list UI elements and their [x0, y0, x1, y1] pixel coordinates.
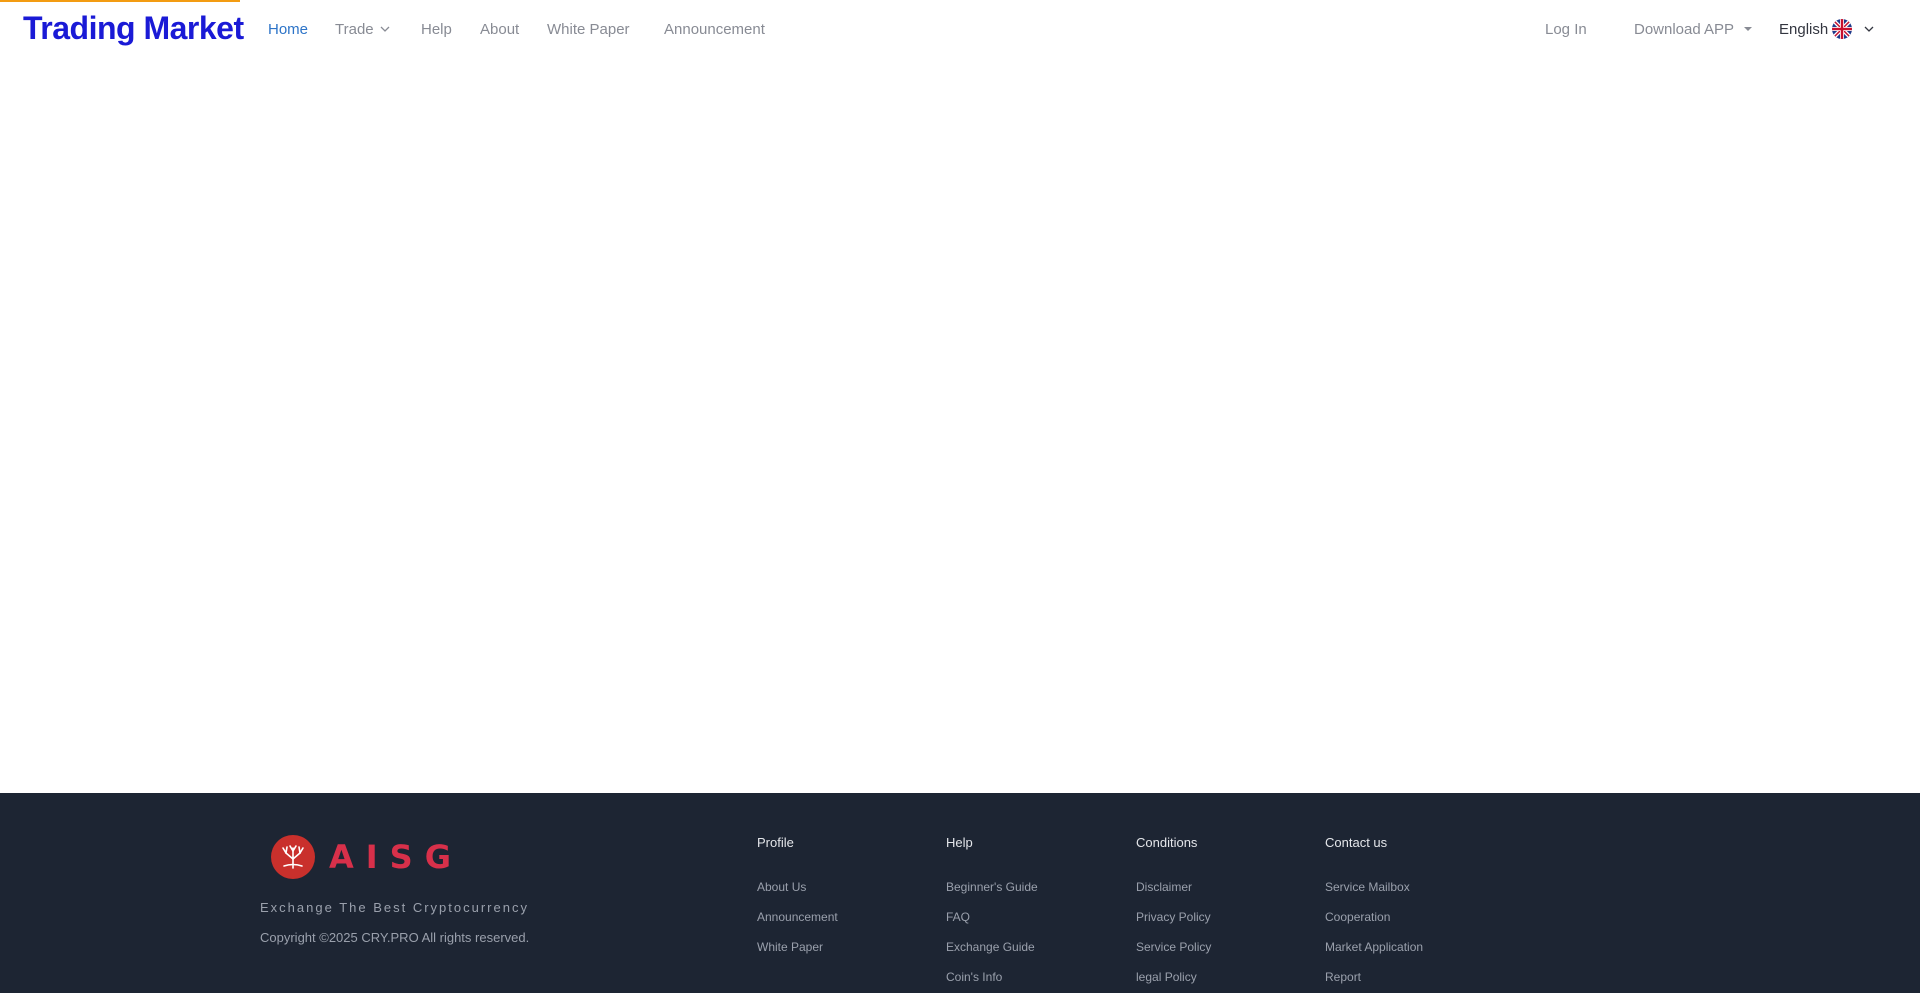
footer-link-list: Disclaimer Privacy Policy Service Policy…	[1136, 880, 1211, 984]
nav-trade-label: Trade	[335, 21, 374, 38]
nav-home[interactable]: Home	[268, 21, 308, 39]
chevron-down-icon	[1864, 26, 1874, 32]
footer-link-service-mailbox[interactable]: Service Mailbox	[1325, 880, 1423, 894]
footer-link-faq[interactable]: FAQ	[946, 910, 1038, 924]
footer-link-coins-info[interactable]: Coin's Info	[946, 970, 1038, 984]
footer-link-legal-policy[interactable]: legal Policy	[1136, 970, 1211, 984]
footer-column-profile: Profile About Us Announcement White Pape…	[757, 835, 838, 970]
footer-column-help: Help Beginner's Guide FAQ Exchange Guide…	[946, 835, 1038, 1000]
footer-column-contact: Contact us Service Mailbox Cooperation M…	[1325, 835, 1423, 1000]
tree-emblem-icon	[271, 835, 315, 879]
footer-brand-logo[interactable]: AISG	[271, 835, 463, 879]
top-navbar: Trading Market Home Trade Help About Whi…	[0, 0, 1920, 60]
footer-link-about-us[interactable]: About Us	[757, 880, 838, 894]
footer-column-title: Profile	[757, 835, 794, 850]
footer-link-list: Beginner's Guide FAQ Exchange Guide Coin…	[946, 880, 1038, 984]
language-label: English	[1779, 21, 1829, 38]
footer-link-list: About Us Announcement White Paper	[757, 880, 838, 954]
nav-trade[interactable]: Trade	[335, 21, 390, 39]
footer-link-service-policy[interactable]: Service Policy	[1136, 940, 1211, 954]
top-accent-bar	[0, 0, 240, 2]
footer-column-title: Help	[946, 835, 973, 850]
footer-column-conditions: Conditions Disclaimer Privacy Policy Ser…	[1136, 835, 1211, 1000]
footer-link-disclaimer[interactable]: Disclaimer	[1136, 880, 1211, 894]
footer-link-privacy-policy[interactable]: Privacy Policy	[1136, 910, 1211, 924]
login-link[interactable]: Log In	[1545, 21, 1587, 39]
footer-link-white-paper[interactable]: White Paper	[757, 940, 838, 954]
footer-column-title: Contact us	[1325, 835, 1388, 850]
language-selector[interactable]: English	[1779, 18, 1874, 39]
footer-link-announcement[interactable]: Announcement	[757, 910, 838, 924]
footer-link-report[interactable]: Report	[1325, 970, 1423, 984]
download-app-label: Download APP	[1634, 21, 1735, 38]
footer-link-market-application[interactable]: Market Application	[1325, 940, 1423, 954]
nav-announcement[interactable]: Announcement	[664, 21, 765, 39]
nav-help[interactable]: Help	[421, 21, 452, 39]
footer-column-title: Conditions	[1136, 835, 1198, 850]
uk-flag-icon	[1832, 18, 1853, 39]
footer-copyright: Copyright ©2025 CRY.PRO All rights reser…	[260, 930, 530, 945]
nav-about[interactable]: About	[480, 21, 519, 39]
nav-white-paper[interactable]: White Paper	[547, 21, 630, 39]
main-content	[0, 60, 1920, 793]
footer-link-beginners-guide[interactable]: Beginner's Guide	[946, 880, 1038, 894]
footer: AISG Exchange The Best Cryptocurrency Co…	[0, 793, 1920, 993]
chevron-down-icon	[380, 26, 390, 32]
footer-brand-name: AISG	[329, 838, 463, 876]
site-logo[interactable]: Trading Market	[23, 8, 244, 48]
footer-link-exchange-guide[interactable]: Exchange Guide	[946, 940, 1038, 954]
footer-link-list: Service Mailbox Cooperation Market Appli…	[1325, 880, 1423, 984]
footer-slogan: Exchange The Best Cryptocurrency	[260, 900, 529, 915]
download-app-button[interactable]: Download APP	[1634, 21, 1753, 39]
caret-down-icon	[1744, 26, 1753, 31]
footer-link-cooperation[interactable]: Cooperation	[1325, 910, 1423, 924]
